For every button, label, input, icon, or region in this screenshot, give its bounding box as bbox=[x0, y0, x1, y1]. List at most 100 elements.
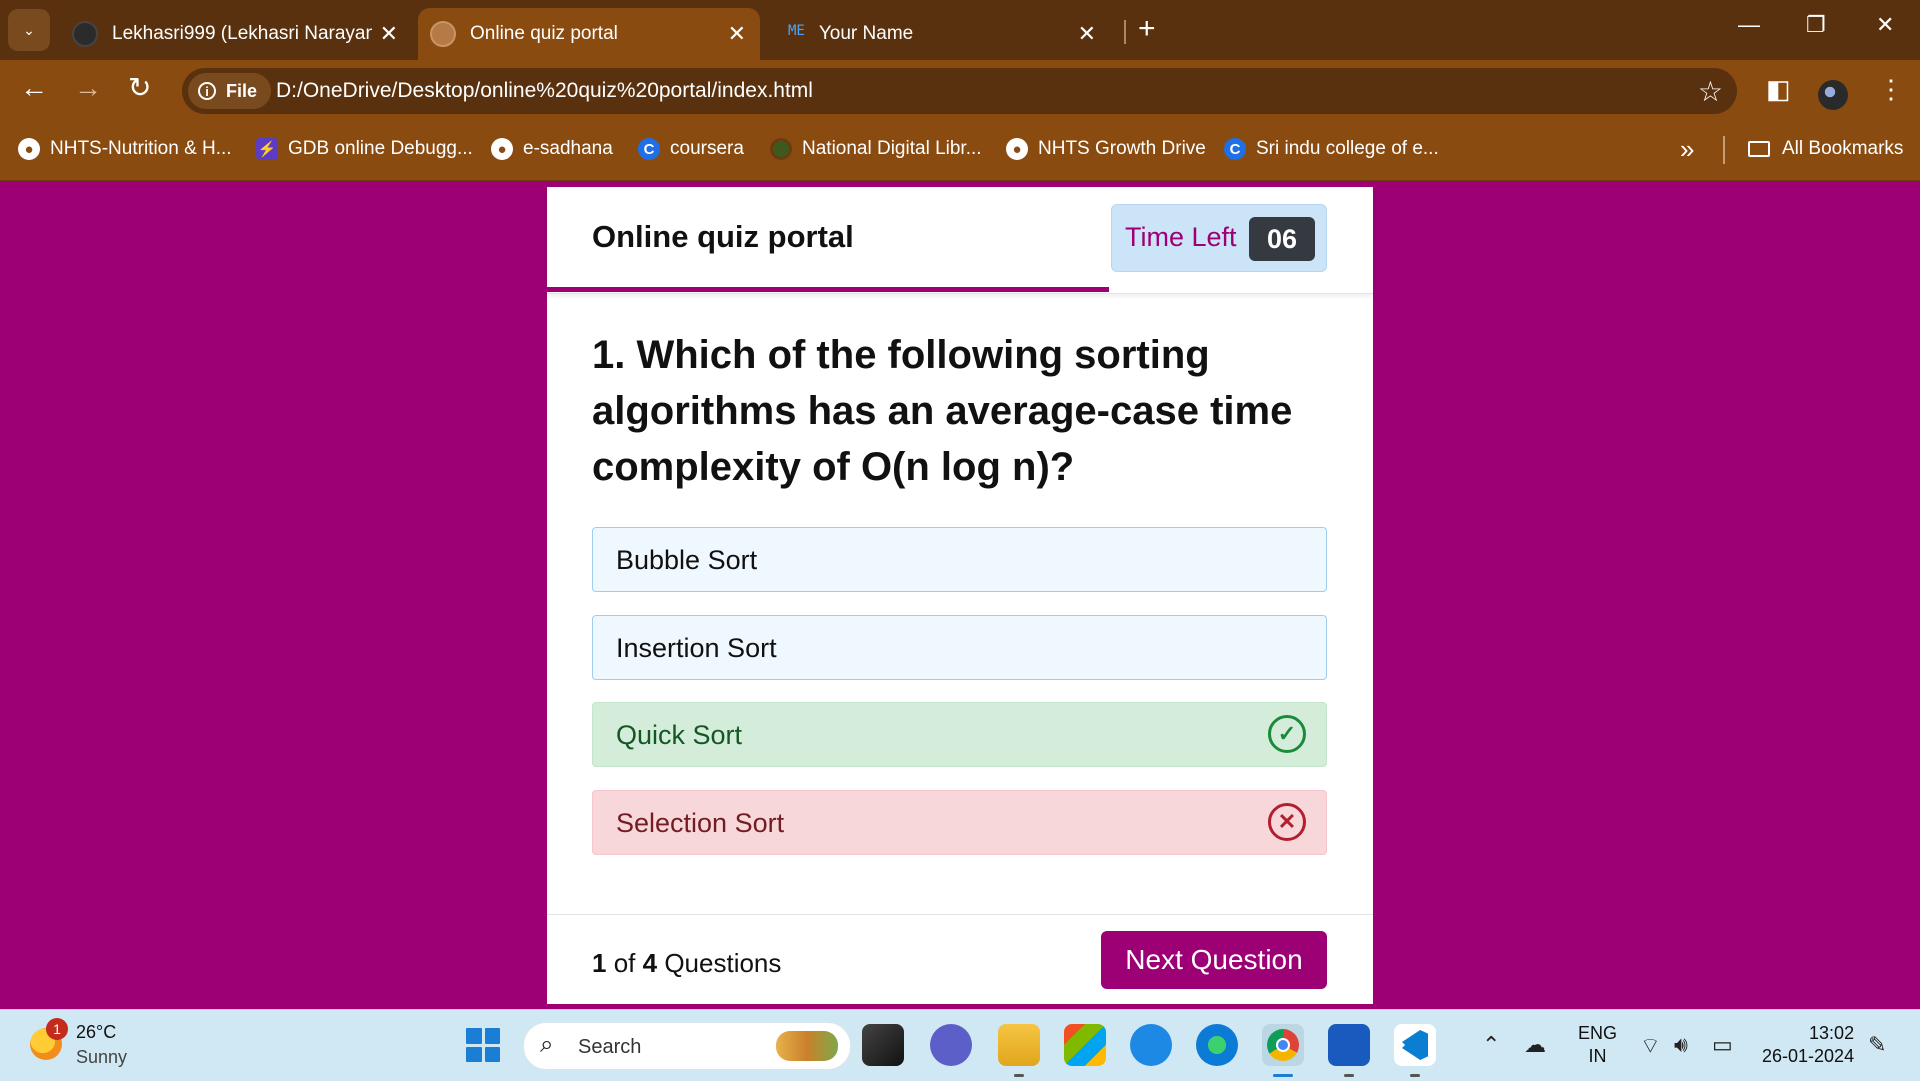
quiz-footer: 1 of 4 Questions Next Question bbox=[547, 914, 1373, 1005]
current-question: 1 bbox=[592, 948, 607, 978]
sri-indu-icon: C bbox=[1224, 138, 1246, 160]
weather-temperature[interactable]: 26°C bbox=[76, 1022, 116, 1043]
bookmark-nhts-growth[interactable]: ● NHTS Growth Drive bbox=[1006, 138, 1206, 160]
running-indicator bbox=[1344, 1074, 1354, 1077]
file-explorer-icon[interactable] bbox=[998, 1024, 1040, 1066]
input-language[interactable]: ENG IN bbox=[1578, 1022, 1617, 1068]
chevron-up-icon[interactable]: ⌃ bbox=[1482, 1032, 1500, 1058]
timer-label: Time Left bbox=[1125, 222, 1237, 252]
tab-divider bbox=[1124, 20, 1126, 44]
check-circle-icon: ✓ bbox=[1268, 715, 1306, 753]
me-favicon-icon: ME bbox=[788, 23, 805, 39]
taskbar-search[interactable]: ⌕ Search bbox=[523, 1022, 851, 1070]
word-icon[interactable] bbox=[1328, 1024, 1370, 1066]
minimize-icon[interactable]: — bbox=[1738, 12, 1760, 38]
tab-title: Your Name bbox=[818, 23, 914, 44]
ndl-icon bbox=[770, 138, 792, 160]
system-clock[interactable]: 13:02 26-01-2024 bbox=[1762, 1022, 1854, 1068]
bookmark-label: coursera bbox=[670, 138, 744, 159]
windows-start-icon[interactable] bbox=[466, 1028, 500, 1062]
window-close-icon[interactable]: ✕ bbox=[1876, 12, 1894, 38]
address-bar[interactable]: i File D:/OneDrive/Desktop/online%20quiz… bbox=[182, 68, 1737, 114]
more-bookmarks-icon[interactable]: » bbox=[1680, 134, 1694, 165]
bookmarks-divider bbox=[1723, 136, 1725, 164]
task-view-icon[interactable] bbox=[862, 1024, 904, 1066]
github-icon bbox=[72, 21, 98, 47]
clock-date: 26-01-2024 bbox=[1762, 1046, 1855, 1066]
tab-quiz-portal[interactable]: Online quiz portal ✕ bbox=[418, 8, 760, 60]
bookmark-nhts-nutrition[interactable]: ● NHTS-Nutrition & H... bbox=[18, 138, 232, 160]
coursera-icon: C bbox=[638, 138, 660, 160]
option-quick-sort[interactable]: Quick Sort ✓ bbox=[592, 702, 1327, 767]
new-tab-icon[interactable]: + bbox=[1138, 12, 1156, 46]
site-info-chip[interactable]: i File bbox=[188, 73, 272, 109]
bookmark-coursera[interactable]: C coursera bbox=[638, 138, 744, 160]
tab-your-name[interactable]: ME Your Name ✕ bbox=[770, 8, 1110, 60]
bookmark-label: Sri indu college of e... bbox=[1256, 138, 1439, 159]
reload-icon[interactable]: ↻ bbox=[128, 74, 151, 102]
notification-badge: 1 bbox=[46, 1018, 68, 1040]
quiz-header: Online quiz portal Time Left 06 bbox=[547, 187, 1373, 294]
tab-title: Online quiz portal bbox=[470, 23, 618, 44]
url-text[interactable]: D:/OneDrive/Desktop/online%20quiz%20port… bbox=[276, 79, 813, 103]
globe-icon: ● bbox=[491, 138, 513, 160]
restore-icon[interactable]: ❐ bbox=[1806, 12, 1826, 38]
weather-description[interactable]: Sunny bbox=[76, 1047, 127, 1068]
question-text: 1. Which of the following sorting algori… bbox=[592, 333, 1293, 489]
option-selection-sort[interactable]: Selection Sort ✕ bbox=[592, 790, 1327, 855]
tab-github[interactable]: Lekhasri999 (Lekhasri Narayana ✕ bbox=[70, 8, 412, 60]
bookmark-label: All Bookmarks bbox=[1782, 138, 1904, 159]
tab-title: Lekhasri999 (Lekhasri Narayana bbox=[112, 23, 372, 44]
scheme-label: File bbox=[226, 80, 258, 101]
time-progress-bar bbox=[547, 287, 1109, 292]
close-icon[interactable]: ✕ bbox=[380, 21, 398, 47]
volume-icon[interactable]: 🔊︎ bbox=[1674, 1032, 1688, 1058]
kebab-menu-icon[interactable]: ⋮ bbox=[1878, 74, 1904, 105]
bookmark-e-sadhana[interactable]: ● e-sadhana bbox=[491, 138, 613, 160]
vscode-icon[interactable] bbox=[1394, 1024, 1436, 1066]
running-indicator bbox=[1410, 1074, 1420, 1077]
store-icon[interactable] bbox=[1064, 1024, 1106, 1066]
back-icon[interactable]: ← bbox=[20, 74, 48, 102]
region-code: IN bbox=[1588, 1046, 1607, 1066]
all-bookmarks-button[interactable]: All Bookmarks bbox=[1748, 138, 1903, 160]
close-icon[interactable]: ✕ bbox=[1078, 21, 1096, 47]
onedrive-cloud-icon[interactable]: ☁ bbox=[1524, 1032, 1546, 1058]
close-icon[interactable]: ✕ bbox=[728, 21, 746, 47]
chat-icon[interactable] bbox=[930, 1024, 972, 1066]
edge-icon[interactable] bbox=[1196, 1024, 1238, 1066]
language-code: ENG bbox=[1578, 1023, 1618, 1043]
cross-circle-icon: ✕ bbox=[1268, 803, 1306, 841]
windows-taskbar: 1 26°C Sunny ⌕ Search ⌃ ☁ ENG IN ⌔ 🔊︎ ▭ … bbox=[0, 1009, 1920, 1081]
search-highlight-art bbox=[776, 1031, 838, 1061]
bookmark-label: National Digital Libr... bbox=[802, 138, 982, 159]
counter-suffix: Questions bbox=[664, 948, 782, 978]
globe-icon: ● bbox=[1006, 138, 1028, 160]
bookmarks-bar: ● NHTS-Nutrition & H... ⚡ GDB online Deb… bbox=[0, 120, 1920, 181]
info-icon: i bbox=[198, 82, 216, 100]
next-question-button[interactable]: Next Question bbox=[1101, 931, 1327, 989]
tab-search-button[interactable]: ⌄ bbox=[8, 9, 50, 51]
browser-toolbar: ← → ↻ i File D:/OneDrive/Desktop/online%… bbox=[0, 60, 1920, 120]
wifi-icon[interactable]: ⌔ bbox=[1640, 1032, 1661, 1060]
timer: Time Left 06 bbox=[1111, 204, 1327, 272]
bookmark-national-digital-library[interactable]: National Digital Libr... bbox=[770, 138, 982, 160]
tool-app-icon[interactable] bbox=[1130, 1024, 1172, 1066]
notification-icon[interactable]: ✎ bbox=[1868, 1032, 1886, 1058]
search-placeholder: Search bbox=[578, 1036, 642, 1058]
option-bubble-sort[interactable]: Bubble Sort bbox=[592, 527, 1327, 592]
profile-avatar[interactable] bbox=[1818, 80, 1848, 110]
side-panel-icon[interactable]: ◧ bbox=[1766, 74, 1791, 105]
option-label: Bubble Sort bbox=[616, 545, 758, 575]
bookmark-star-icon[interactable]: ☆ bbox=[1698, 75, 1723, 108]
clock-time: 13:02 bbox=[1809, 1023, 1855, 1043]
bookmark-sri-indu[interactable]: C Sri indu college of e... bbox=[1224, 138, 1439, 160]
forward-icon[interactable]: → bbox=[74, 74, 102, 102]
bookmark-gdb[interactable]: ⚡ GDB online Debugg... bbox=[256, 138, 473, 160]
option-label: Insertion Sort bbox=[616, 633, 777, 663]
chrome-icon[interactable] bbox=[1262, 1024, 1304, 1066]
page-title: Online quiz portal bbox=[592, 219, 854, 254]
battery-icon[interactable]: ▭ bbox=[1712, 1032, 1733, 1058]
search-icon: ⌕ bbox=[540, 1031, 554, 1058]
option-insertion-sort[interactable]: Insertion Sort bbox=[592, 615, 1327, 680]
